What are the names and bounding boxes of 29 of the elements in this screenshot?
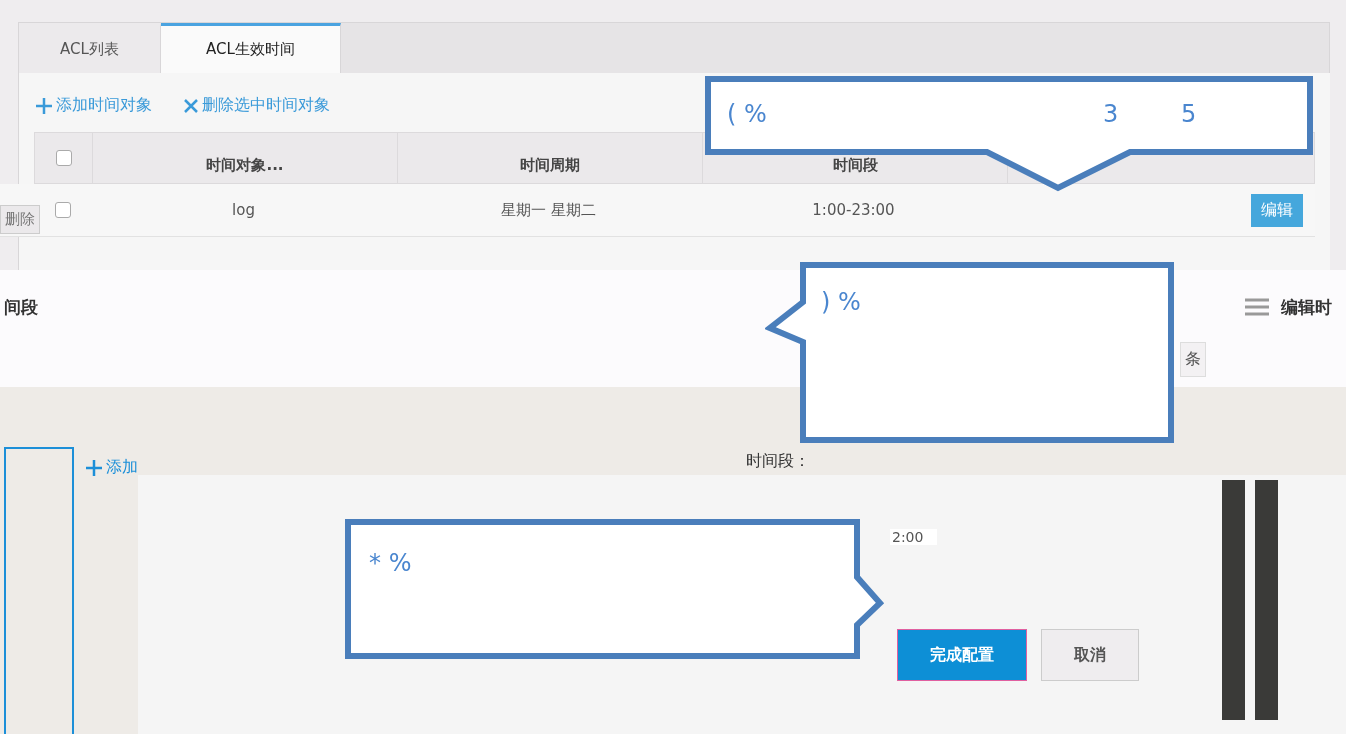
column-header: 时间周期 [397, 133, 702, 183]
tab[interactable]: ACL生效时间 [161, 23, 341, 73]
delete-button[interactable]: 删除 [0, 205, 40, 234]
column-header: 时间对象... [92, 133, 397, 183]
menu-icon[interactable] [1245, 297, 1269, 317]
callout-text: ) % [821, 288, 861, 316]
unit-label: 条 [1180, 342, 1206, 377]
callout-text: * % [369, 549, 412, 577]
plus-icon [34, 95, 54, 116]
table-cell-text: 星期一 星期二 [500, 199, 597, 221]
delete-link[interactable]: 删除选中时间对象 [182, 95, 330, 116]
menu-label: 编辑时 [1281, 295, 1332, 319]
table-cell-text: 1:00-23:00 [811, 200, 896, 221]
dialog-title: 间段 [4, 295, 38, 319]
table-cell-text: log [231, 200, 256, 221]
edit-button[interactable]: 编辑 [1251, 193, 1303, 227]
callout-text: 3 [1103, 100, 1119, 128]
cancel-button[interactable]: 取消 [1041, 629, 1139, 681]
finish-button[interactable]: 完成配置 [897, 629, 1027, 681]
add-link[interactable]: 添加 [84, 457, 138, 478]
checkbox[interactable] [55, 150, 72, 166]
plus-icon [84, 457, 104, 478]
tab[interactable]: ACL列表 [19, 23, 161, 73]
close-icon [182, 96, 200, 115]
callout-text: ( % [727, 100, 767, 128]
add-link[interactable]: 添加时间对象 [34, 95, 152, 116]
checkbox[interactable] [54, 202, 71, 218]
callout-text: 5 [1181, 100, 1197, 128]
time-field[interactable]: 2:00 [890, 529, 938, 545]
